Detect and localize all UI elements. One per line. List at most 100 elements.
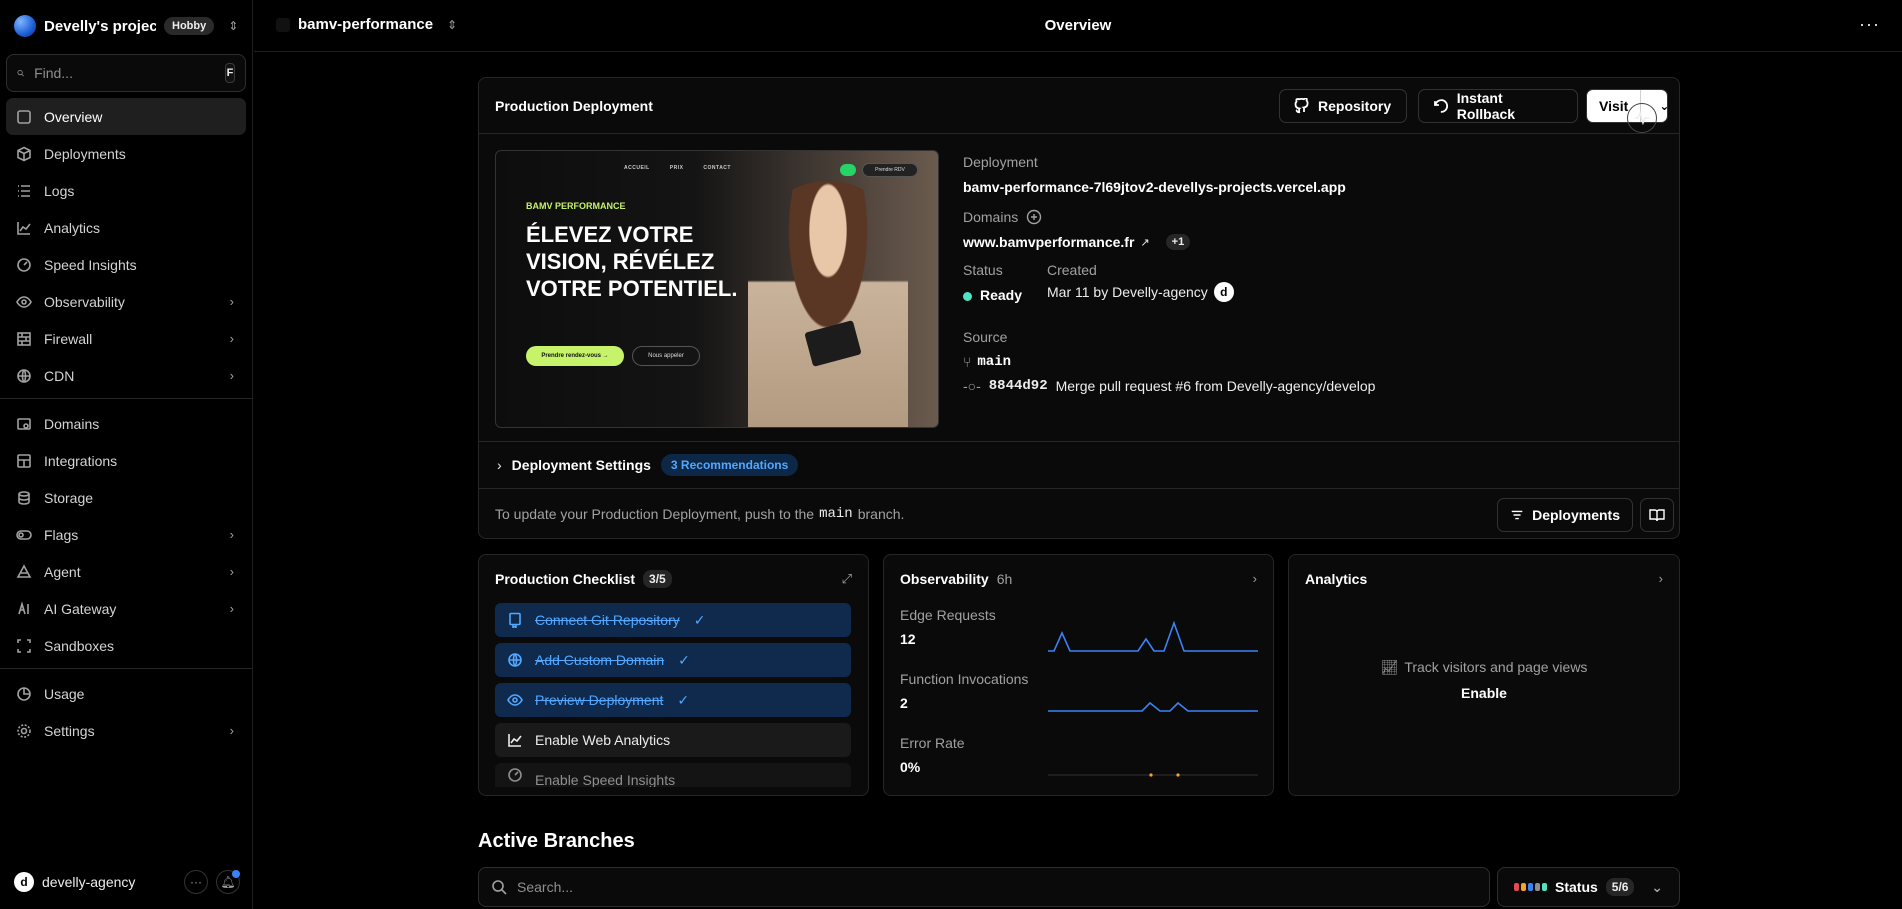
checklist-item-domain[interactable]: Add Custom Domain ✓ — [495, 643, 851, 677]
sidebar-item-label: Settings — [44, 722, 95, 739]
bell-icon[interactable]: 🔔︎ — [216, 870, 240, 894]
rollback-icon — [1434, 99, 1449, 113]
commit-message[interactable]: Merge pull request #6 from Develly-agenc… — [1056, 378, 1376, 394]
gear-icon — [16, 723, 32, 739]
chevron-right-icon[interactable]: › — [1253, 571, 1257, 586]
expand-icon[interactable]: ⤢ — [842, 571, 852, 587]
sidebar-item-observability[interactable]: Observability › — [6, 283, 246, 320]
activity-pulse-icon[interactable] — [1627, 103, 1657, 133]
domain-link[interactable]: www.bamvperformance.fr — [963, 234, 1134, 250]
deployment-url-link[interactable]: bamv-performance-7l69jtov2-devellys-proj… — [963, 179, 1346, 195]
chevron-updown-icon[interactable]: ⇕ — [228, 19, 238, 33]
sidebar-item-label: Observability — [44, 293, 125, 310]
analytics-message-text: Track visitors and page views — [1404, 659, 1588, 675]
whatsapp-icon — [840, 164, 856, 176]
more-menu-icon[interactable]: ··· — [1859, 14, 1880, 35]
metric-label: Edge Requests — [900, 607, 996, 623]
deployment-settings-row[interactable]: › Deployment Settings 3 Recommendations — [479, 441, 1679, 489]
update-suffix: branch. — [857, 506, 905, 522]
chart-icon: 📈︎ — [1380, 659, 1399, 675]
ai-icon — [16, 600, 32, 617]
observability-card[interactable]: Observability 6h › Edge Requests 12 Func… — [883, 554, 1274, 796]
checklist-item-label: Preview Deployment — [535, 692, 664, 708]
branch-name[interactable]: main — [977, 354, 1011, 370]
status-text: Ready — [980, 287, 1023, 303]
branches-search[interactable] — [478, 867, 1490, 907]
team-switcher[interactable]: Develly's projects Hobby ⇕ — [14, 14, 238, 38]
list-icon — [16, 183, 32, 199]
update-branch: main — [819, 506, 853, 522]
analytics-message: 📈︎ Track visitors and page views — [1289, 659, 1679, 676]
enable-analytics-button[interactable]: Enable — [1289, 685, 1679, 701]
usage-icon — [16, 686, 32, 702]
sidebar-item-speed-insights[interactable]: Speed Insights — [6, 246, 246, 283]
sidebar-item-agent[interactable]: Agent › — [6, 553, 246, 590]
metric-error-rate: Error Rate 0% — [900, 735, 965, 775]
source-commit-row: -○- 8844d92 Merge pull request #6 from D… — [963, 378, 1375, 394]
chevron-right-icon[interactable]: › — [1659, 571, 1663, 586]
gauge-icon — [16, 257, 32, 273]
sidebar-item-settings[interactable]: Settings › — [6, 712, 246, 749]
checklist-item-label: Enable Web Analytics — [535, 732, 671, 748]
sidebar-item-ai-gateway[interactable]: AI Gateway › — [6, 590, 246, 627]
sidebar-item-label: AI Gateway — [44, 600, 117, 617]
avatar[interactable]: d — [14, 872, 34, 892]
checklist-item-speed-insights[interactable]: Enable Speed Insights — [495, 763, 851, 787]
sidebar-item-sandboxes[interactable]: Sandboxes — [6, 627, 246, 664]
sidebar-item-analytics[interactable]: Analytics — [6, 209, 246, 246]
sidebar-item-storage[interactable]: Storage — [6, 479, 246, 516]
eye-icon — [507, 694, 523, 706]
sidebar-item-overview[interactable]: Overview — [6, 98, 246, 135]
sidebar-item-firewall[interactable]: Firewall › — [6, 320, 246, 357]
domains-label: Domains — [963, 209, 1019, 225]
domain-extra-badge[interactable]: +1 — [1165, 234, 1191, 250]
add-domain-icon[interactable] — [1026, 209, 1042, 225]
commit-hash[interactable]: 8844d92 — [989, 378, 1048, 394]
git-branch-icon: ⑂ — [963, 354, 972, 370]
sidebar-item-domains[interactable]: Domains — [6, 405, 246, 442]
chevron-right-icon: › — [229, 723, 234, 738]
preview-cta-secondary: Nous appeler — [632, 346, 700, 366]
creator-avatar[interactable]: d — [1213, 282, 1234, 302]
overview-icon — [16, 109, 32, 125]
panel-title: Production Deployment — [495, 97, 653, 114]
branches-search-input[interactable] — [517, 879, 1477, 895]
preview-cta-primary: Prendre rendez-vous → — [526, 346, 624, 366]
rollback-label: Instant Rollback — [1456, 90, 1516, 122]
find-search[interactable]: F — [6, 54, 246, 92]
metric-label: Error Rate — [900, 735, 965, 751]
instant-rollback-button[interactable]: Instant Rollback — [1418, 89, 1578, 123]
sidebar-item-label: Firewall — [44, 330, 93, 347]
find-shortcut: F — [225, 63, 235, 83]
sidebar-item-integrations[interactable]: Integrations — [6, 442, 246, 479]
analytics-card[interactable]: Analytics › 📈︎ Track visitors and page vi… — [1288, 554, 1680, 796]
sidebar-item-flags[interactable]: Flags › — [6, 516, 246, 553]
chevron-right-icon: › — [229, 601, 234, 616]
user-name[interactable]: develly-agency — [42, 874, 176, 890]
status-filter-button[interactable]: Status 5/6 ⌄ — [1497, 867, 1680, 907]
sidebar-item-cdn[interactable]: CDN › — [6, 357, 246, 394]
find-input[interactable] — [34, 65, 216, 81]
checklist-item-git[interactable]: Connect Git Repository ✓ — [495, 603, 851, 637]
domain-icon — [16, 416, 32, 432]
sidebar-item-logs[interactable]: Logs — [6, 172, 246, 209]
checklist-item-preview[interactable]: Preview Deployment ✓ — [495, 683, 851, 717]
sidebar-item-usage[interactable]: Usage — [6, 675, 246, 712]
repository-button[interactable]: Repository — [1279, 89, 1407, 123]
created-row: Mar 11 by Develly-agency d — [1047, 282, 1234, 302]
topbar: bamv-performance ⇕ Overview ··· — [254, 0, 1902, 52]
book-icon[interactable] — [1640, 498, 1674, 532]
recommendations-badge[interactable]: 3 Recommendations — [660, 454, 799, 476]
github-icon — [1294, 98, 1309, 114]
deployment-preview-image[interactable]: ACCUEIL PRIX CONTACT Prendre RDV BAMV PE… — [495, 150, 939, 428]
status-value: Ready — [963, 287, 1022, 303]
toggle-icon — [16, 527, 32, 543]
sidebar-item-deployments[interactable]: Deployments — [6, 135, 246, 172]
team-name: Develly's projects — [44, 17, 156, 35]
more-icon[interactable]: ··· — [184, 870, 208, 894]
checklist-item-web-analytics[interactable]: Enable Web Analytics — [495, 723, 851, 757]
edge-requests-sparkline — [1048, 620, 1258, 652]
chevron-right-icon: › — [229, 368, 234, 383]
deployments-button[interactable]: Deployments — [1497, 498, 1633, 532]
preview-nav-item: CONTACT — [703, 165, 731, 171]
